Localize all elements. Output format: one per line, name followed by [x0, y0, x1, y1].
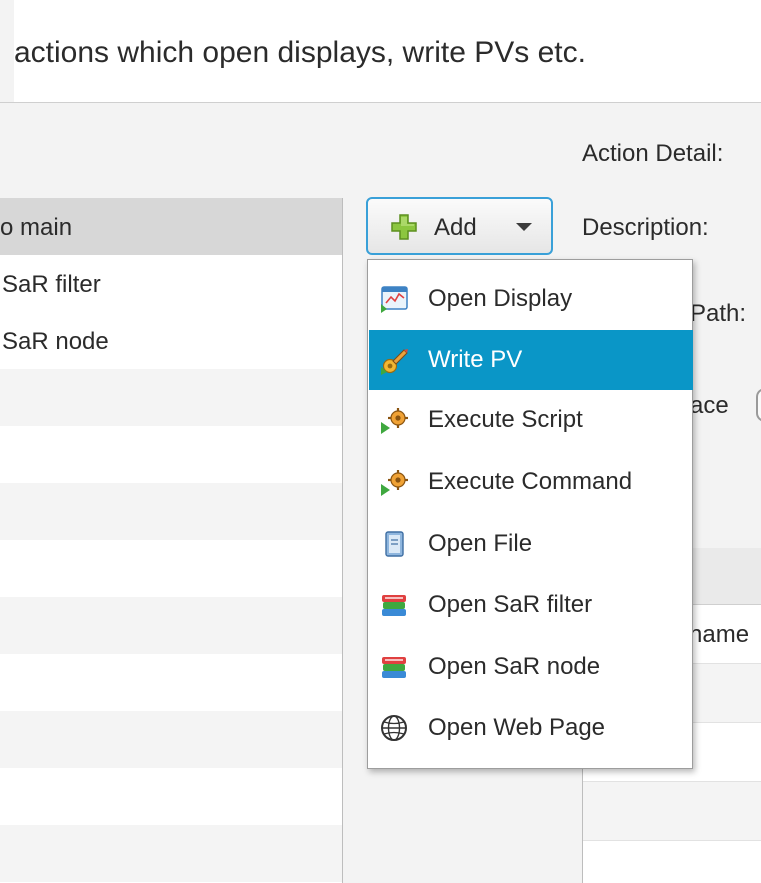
- add-action-menu: Open Display Write PV Execute Script Exe: [367, 259, 693, 769]
- books-icon: [382, 595, 406, 616]
- menu-item-open-display[interactable]: Open Display: [369, 269, 693, 329]
- list-item[interactable]: [0, 426, 342, 483]
- actions-list[interactable]: o main SaR filter SaR node: [0, 198, 343, 883]
- replace-radio[interactable]: [756, 388, 761, 422]
- list-item[interactable]: SaR filter: [0, 255, 342, 312]
- list-item[interactable]: [0, 768, 342, 825]
- replace-label: ace: [690, 392, 729, 419]
- menu-item-label: Open File: [428, 530, 533, 557]
- list-item[interactable]: [0, 654, 342, 711]
- list-item-label: SaR filter: [2, 271, 101, 298]
- list-item[interactable]: [0, 597, 342, 654]
- list-item[interactable]: [0, 483, 342, 540]
- menu-item-open-file[interactable]: Open File: [369, 514, 693, 574]
- add-button-label: Add: [434, 214, 477, 241]
- list-item[interactable]: o main: [0, 198, 342, 255]
- path-label: Path:: [690, 300, 747, 327]
- menu-item-open-web-page[interactable]: Open Web Page: [369, 698, 693, 758]
- list-item-label: SaR node: [2, 328, 109, 355]
- plus-icon: [391, 214, 417, 240]
- menu-item-label: Open SaR filter: [428, 591, 593, 618]
- list-item-label: o main: [0, 214, 73, 241]
- pencil-pv-icon: [381, 349, 408, 375]
- list-item[interactable]: [0, 825, 342, 882]
- menu-item-execute-command[interactable]: Execute Command: [369, 452, 693, 512]
- books-icon: [382, 657, 406, 678]
- action-detail-label: Action Detail:: [582, 140, 724, 167]
- list-item[interactable]: [0, 540, 342, 597]
- menu-item-label: Execute Script: [428, 406, 583, 433]
- menu-item-write-pv[interactable]: Write PV: [369, 330, 693, 390]
- globe-icon: [381, 715, 407, 741]
- gear-run-icon: [381, 470, 408, 496]
- list-item[interactable]: [0, 711, 342, 768]
- menu-item-open-sar-filter[interactable]: Open SaR filter: [369, 575, 693, 635]
- list-item[interactable]: SaR node: [0, 312, 342, 369]
- menu-item-label: Execute Command: [428, 468, 633, 495]
- menu-item-open-sar-node[interactable]: Open SaR node: [369, 637, 693, 697]
- menu-item-label: Open Display: [428, 285, 573, 312]
- gear-run-icon: [381, 408, 408, 434]
- description-bar: actions which open displays, write PVs e…: [0, 0, 761, 103]
- menu-item-label: Open SaR node: [428, 653, 601, 680]
- list-item[interactable]: [0, 369, 342, 426]
- add-action-button[interactable]: Add: [366, 197, 553, 255]
- left-edge-strip: [0, 0, 14, 102]
- file-icon: [385, 531, 404, 557]
- menu-item-label: Open Web Page: [428, 714, 606, 741]
- chevron-down-icon: [516, 223, 532, 231]
- dialog-description: actions which open displays, write PVs e…: [14, 36, 586, 69]
- table-cell-name: name: [689, 621, 750, 648]
- menu-item-execute-script[interactable]: Execute Script: [369, 390, 693, 450]
- table-row[interactable]: [583, 782, 761, 841]
- menu-item-label: Write PV: [428, 346, 523, 373]
- description-label: Description:: [582, 214, 709, 241]
- display-icon: [381, 286, 408, 313]
